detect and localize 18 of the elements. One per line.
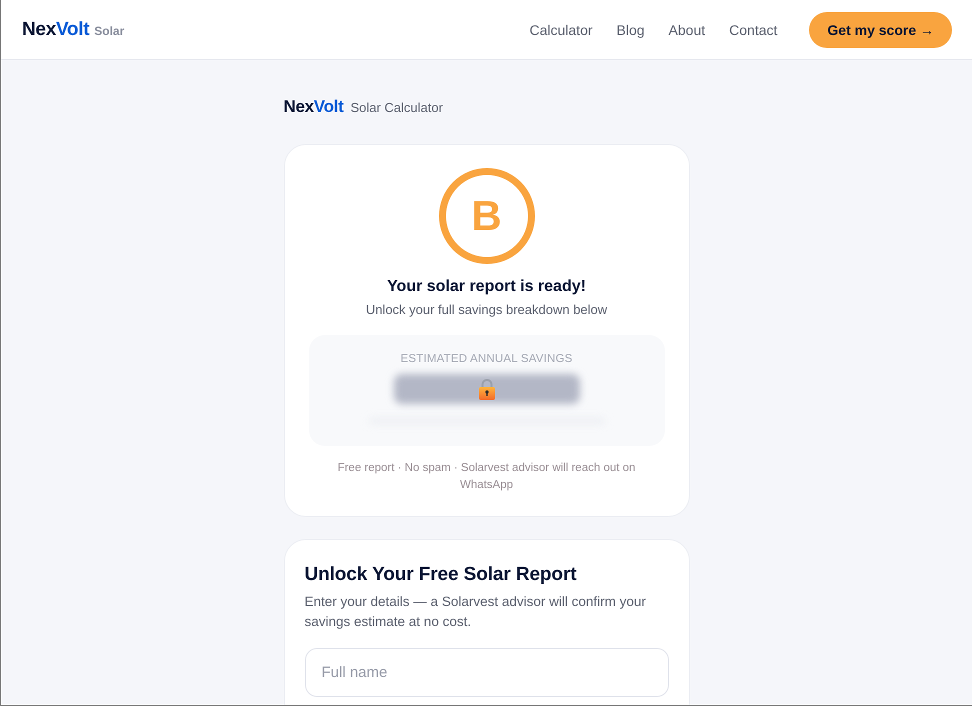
logo-suffix: Solar (94, 24, 124, 38)
input-field[interactable]: Full name (304, 648, 668, 697)
grade-ring: B (438, 168, 534, 264)
get-score-button[interactable]: Get my score → (809, 12, 952, 48)
brand-label: Solar Calculator (350, 100, 443, 115)
savings-label: ESTIMATED ANNUAL SAVINGS (400, 353, 572, 365)
result-title: Your solar report is ready! (387, 278, 586, 296)
brand-wordmark: NexVolt (284, 97, 344, 117)
padlock-icon (478, 378, 496, 400)
privacy-note: Free report · No spam · Solarvest advisor will reach out on WhatsApp (336, 461, 636, 493)
nav-link[interactable]: Blog (616, 22, 645, 38)
form-description: Enter your details — a Solarvest advisor will confirm your savings estimate at no cost. (304, 593, 647, 631)
nav-link[interactable]: About (668, 22, 706, 38)
nav-link[interactable]: Contact (729, 22, 778, 38)
form-title: Unlock Your Free Solar Report (304, 564, 578, 586)
result-subtitle: Unlock your full savings breakdown below (366, 302, 608, 317)
logo-wordmark[interactable]: NexVolt (22, 18, 90, 40)
nav-link[interactable]: Calculator (529, 22, 593, 38)
